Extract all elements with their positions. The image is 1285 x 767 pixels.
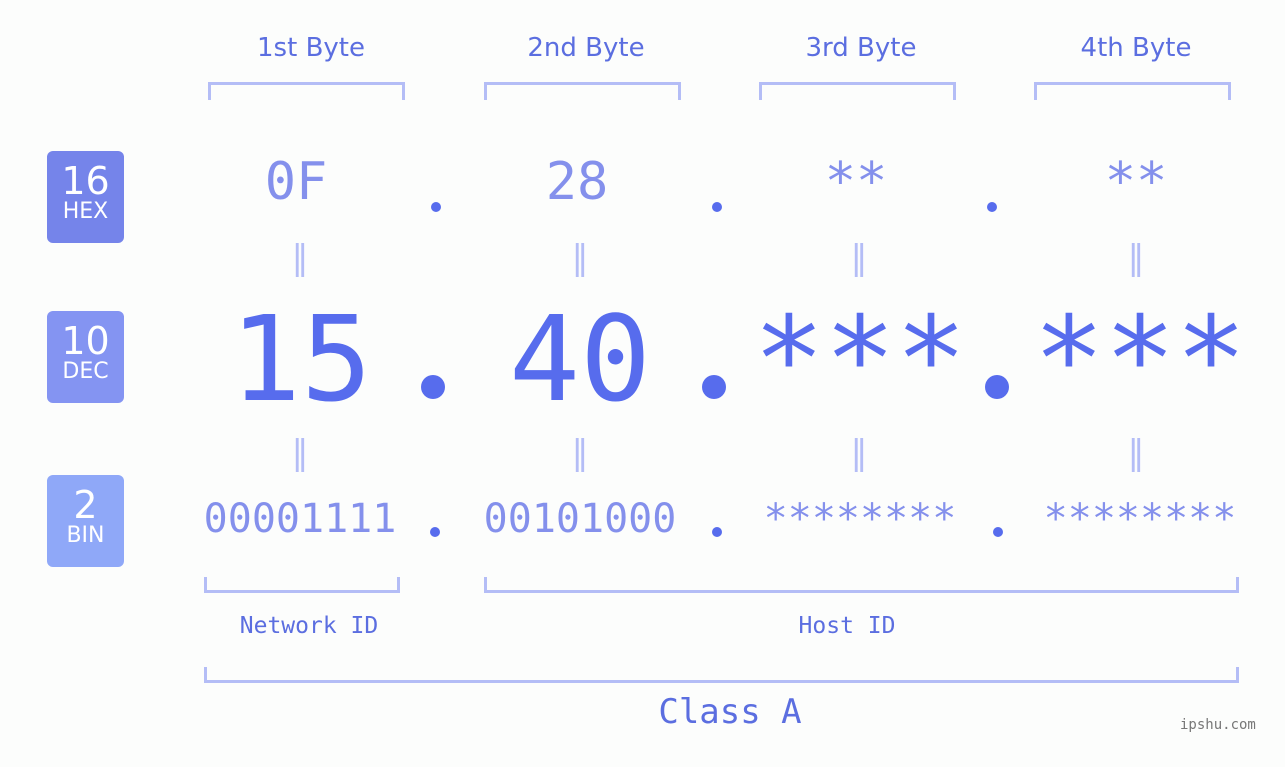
equals-sign: ‖ [291, 433, 309, 473]
dec-byte-1: 15 [229, 290, 373, 428]
equals-sign: ‖ [850, 238, 868, 278]
hex-separator-dot [987, 202, 997, 212]
header-byte-1: 1st Byte [257, 33, 365, 63]
header-byte-3: 3rd Byte [805, 33, 917, 63]
header-byte-2: 2nd Byte [527, 33, 645, 63]
hex-byte-2: 28 [545, 152, 609, 212]
class-label: Class A [658, 692, 802, 732]
header-byte-4: 4th Byte [1080, 33, 1192, 63]
bin-byte-1: 00001111 [203, 496, 397, 542]
hex-base-number: 16 [61, 159, 110, 203]
dec-separator-dot [985, 375, 1009, 399]
hex-separator-dot [431, 202, 441, 212]
dec-badge: 10 DEC [47, 311, 124, 403]
dec-base-number: 10 [61, 319, 110, 363]
dec-byte-4: *** [1033, 290, 1247, 428]
equals-sign: ‖ [571, 433, 589, 473]
bin-byte-3: ******** [763, 496, 957, 542]
equals-sign: ‖ [1127, 238, 1145, 278]
byte-1-bracket [208, 82, 405, 100]
byte-3-bracket [759, 82, 956, 100]
bin-base-number: 2 [73, 483, 98, 527]
dec-separator-dot [702, 375, 726, 399]
equals-sign: ‖ [1127, 433, 1145, 473]
hex-byte-4: ** [1104, 152, 1168, 212]
equals-sign: ‖ [571, 238, 589, 278]
class-bracket [204, 667, 1239, 683]
bin-separator-dot [430, 527, 440, 537]
host-id-label: Host ID [798, 613, 896, 639]
byte-4-bracket [1034, 82, 1231, 100]
hex-badge: 16 HEX [47, 151, 124, 243]
hex-byte-1: 0F [264, 152, 328, 212]
dec-base-label: DEC [62, 359, 109, 384]
dec-byte-2: 40 [508, 290, 652, 428]
host-id-bracket [484, 577, 1239, 593]
equals-sign: ‖ [850, 433, 868, 473]
bin-badge: 2 BIN [47, 475, 124, 567]
bin-byte-2: 00101000 [483, 496, 677, 542]
watermark: ipshu.com [1180, 717, 1256, 733]
bin-base-label: BIN [66, 523, 105, 548]
network-id-bracket [204, 577, 400, 593]
hex-base-label: HEX [62, 199, 109, 224]
bin-byte-4: ******** [1043, 496, 1237, 542]
equals-sign: ‖ [291, 238, 309, 278]
bin-separator-dot [993, 527, 1003, 537]
hex-separator-dot [712, 202, 722, 212]
dec-separator-dot [421, 375, 445, 399]
byte-2-bracket [484, 82, 681, 100]
bin-separator-dot [712, 527, 722, 537]
hex-byte-3: ** [824, 152, 888, 212]
dec-byte-3: *** [753, 290, 967, 428]
network-id-label: Network ID [239, 613, 379, 639]
